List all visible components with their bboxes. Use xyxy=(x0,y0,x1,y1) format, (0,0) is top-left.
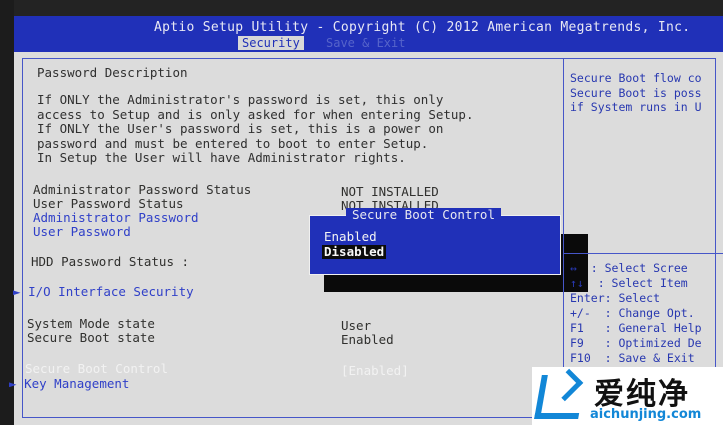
hdd-password-status-label: HDD Password Status : xyxy=(31,254,190,269)
io-interface-security-item[interactable]: ► I/O Interface Security xyxy=(13,285,194,299)
help-panel: Secure Boot flow co Secure Boot is poss … xyxy=(563,59,723,417)
header-title: Aptio Setup Utility - Copyright (C) 2012… xyxy=(154,20,691,35)
secure-boot-state-label: Secure Boot state xyxy=(27,330,155,345)
popup-title: Secure Boot Control xyxy=(346,208,501,222)
admin-password-status-label: Administrator Password Status xyxy=(33,182,252,197)
submenu-arrow-icon: ► xyxy=(13,284,29,299)
key-management-item[interactable]: ► Key Management xyxy=(9,377,129,391)
bios-screen: Aptio Setup Utility - Copyright (C) 2012… xyxy=(0,0,723,425)
popup-option-disabled[interactable]: Disabled xyxy=(322,245,387,259)
password-description-title: Password Description xyxy=(37,65,188,80)
settings-panel: Password Description If ONLY the Adminis… xyxy=(9,59,588,417)
admin-password-status-value: NOT INSTALLED xyxy=(341,184,439,199)
help-divider xyxy=(564,253,723,254)
monitor-bezel-top xyxy=(0,0,723,16)
io-interface-security-label: I/O Interface Security xyxy=(28,284,194,299)
system-mode-value: User xyxy=(341,318,372,333)
user-password-item[interactable]: User Password xyxy=(33,225,131,239)
popup-option-enabled[interactable]: Enabled xyxy=(324,230,377,244)
content-frame: Password Description If ONLY the Adminis… xyxy=(9,58,723,418)
key-management-label: Key Management xyxy=(24,376,130,391)
key-legend: ↔ : Select Scree ↑↓ : Select Item Enter:… xyxy=(570,261,702,365)
password-description-text: If ONLY the Administrator's password is … xyxy=(37,92,474,166)
bios-header: Aptio Setup Utility - Copyright (C) 2012… xyxy=(14,16,723,52)
secure-boot-control-popup: Secure Boot Control Enabled Disabled xyxy=(309,208,561,275)
system-mode-label: System Mode state xyxy=(27,316,155,331)
secure-boot-control-value: [Enabled] xyxy=(341,363,409,378)
logo-url-text: aichunjing.com xyxy=(590,407,702,422)
secure-boot-state-value: Enabled xyxy=(341,332,394,347)
watermark-logo: 爱纯净 aichunjing.com xyxy=(532,367,723,425)
secure-boot-control-item[interactable]: Secure Boot Control [Enabled] xyxy=(25,362,423,378)
help-text: Secure Boot flow co Secure Boot is poss … xyxy=(570,71,702,114)
tab-security[interactable]: Security xyxy=(238,36,304,50)
tab-save-exit[interactable]: Save & Exit xyxy=(326,36,405,50)
secure-boot-control-label: Secure Boot Control xyxy=(25,361,168,376)
administrator-password-item[interactable]: Administrator Password xyxy=(33,211,199,225)
user-password-status-label: User Password Status xyxy=(33,196,184,211)
monitor-bezel-left xyxy=(0,0,14,425)
submenu-arrow-icon: ► xyxy=(9,376,25,391)
